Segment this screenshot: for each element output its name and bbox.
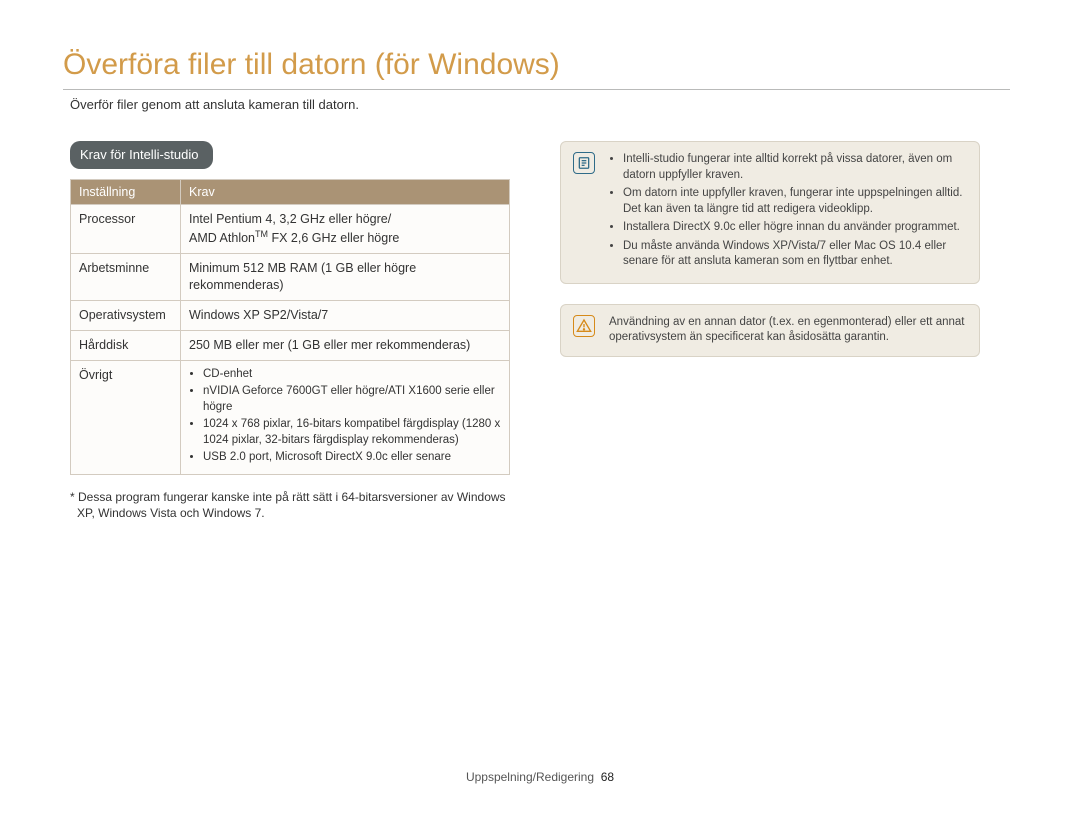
text: Intel Pentium 4, 3,2 GHz eller högre/ xyxy=(189,212,391,226)
other-list: CD-enhet nVIDIA Geforce 7600GT eller hög… xyxy=(189,367,501,466)
left-column: Krav för Intelli-studio Inställning Krav… xyxy=(70,141,510,521)
list-item: Du måste använda Windows XP/Vista/7 elle… xyxy=(623,239,967,270)
content-columns: Krav för Intelli-studio Inställning Krav… xyxy=(70,141,1010,521)
th-requirement: Krav xyxy=(181,179,510,205)
cell-value-hdd: 250 MB eller mer (1 GB eller mer rekomme… xyxy=(181,331,510,361)
cell-label-other: Övrigt xyxy=(71,360,181,474)
requirements-table: Inställning Krav Processor Intel Pentium… xyxy=(70,179,510,475)
cell-label-memory: Arbetsminne xyxy=(71,254,181,301)
table-header-row: Inställning Krav xyxy=(71,179,510,205)
table-row: Övrigt CD-enhet nVIDIA Geforce 7600GT el… xyxy=(71,360,510,474)
cell-value-other: CD-enhet nVIDIA Geforce 7600GT eller hög… xyxy=(181,360,510,474)
list-item: USB 2.0 port, Microsoft DirectX 9.0c ell… xyxy=(203,450,501,466)
list-item: Om datorn inte uppfyller kraven, fungera… xyxy=(623,186,967,217)
cell-value-memory: Minimum 512 MB RAM (1 GB eller högre rek… xyxy=(181,254,510,301)
table-row: Operativsystem Windows XP SP2/Vista/7 xyxy=(71,301,510,331)
footnote: * Dessa program fungerar kanske inte på … xyxy=(70,489,510,521)
list-item: Installera DirectX 9.0c eller högre inna… xyxy=(623,220,967,236)
list-item: CD-enhet xyxy=(203,367,501,383)
list-item: Intelli-studio fungerar inte alltid korr… xyxy=(623,152,967,183)
cell-value-os: Windows XP SP2/Vista/7 xyxy=(181,301,510,331)
th-setting: Inställning xyxy=(71,179,181,205)
page-subtitle: Överför filer genom att ansluta kameran … xyxy=(70,96,1010,114)
table-row: Arbetsminne Minimum 512 MB RAM (1 GB ell… xyxy=(71,254,510,301)
cell-label-processor: Processor xyxy=(71,205,181,254)
footer-section: Uppspelning/Redigering xyxy=(466,770,594,784)
note-callout: Intelli-studio fungerar inte alltid korr… xyxy=(560,141,980,284)
table-row: Hårddisk 250 MB eller mer (1 GB eller me… xyxy=(71,331,510,361)
section-heading: Krav för Intelli-studio xyxy=(70,141,213,169)
tm-mark: TM xyxy=(255,229,268,239)
table-row: Processor Intel Pentium 4, 3,2 GHz eller… xyxy=(71,205,510,254)
cell-label-hdd: Hårddisk xyxy=(71,331,181,361)
text: AMD Athlon xyxy=(189,232,255,246)
right-column: Intelli-studio fungerar inte alltid korr… xyxy=(560,141,980,377)
page-title: Överföra filer till datorn (för Windows) xyxy=(63,45,1010,90)
list-item: 1024 x 768 pixlar, 16-bitars kompatibel … xyxy=(203,417,501,448)
text: FX 2,6 GHz eller högre xyxy=(268,232,399,246)
warning-text: Användning av en annan dator (t.ex. en e… xyxy=(609,315,967,346)
warning-icon xyxy=(573,315,595,337)
page-footer: Uppspelning/Redigering 68 xyxy=(0,769,1080,785)
note-list: Intelli-studio fungerar inte alltid korr… xyxy=(609,152,967,273)
cell-label-os: Operativsystem xyxy=(71,301,181,331)
footer-page-number: 68 xyxy=(601,770,614,784)
list-item: nVIDIA Geforce 7600GT eller högre/ATI X1… xyxy=(203,384,501,415)
cell-value-processor: Intel Pentium 4, 3,2 GHz eller högre/ AM… xyxy=(181,205,510,254)
warning-callout: Användning av en annan dator (t.ex. en e… xyxy=(560,304,980,357)
note-icon xyxy=(573,152,595,174)
